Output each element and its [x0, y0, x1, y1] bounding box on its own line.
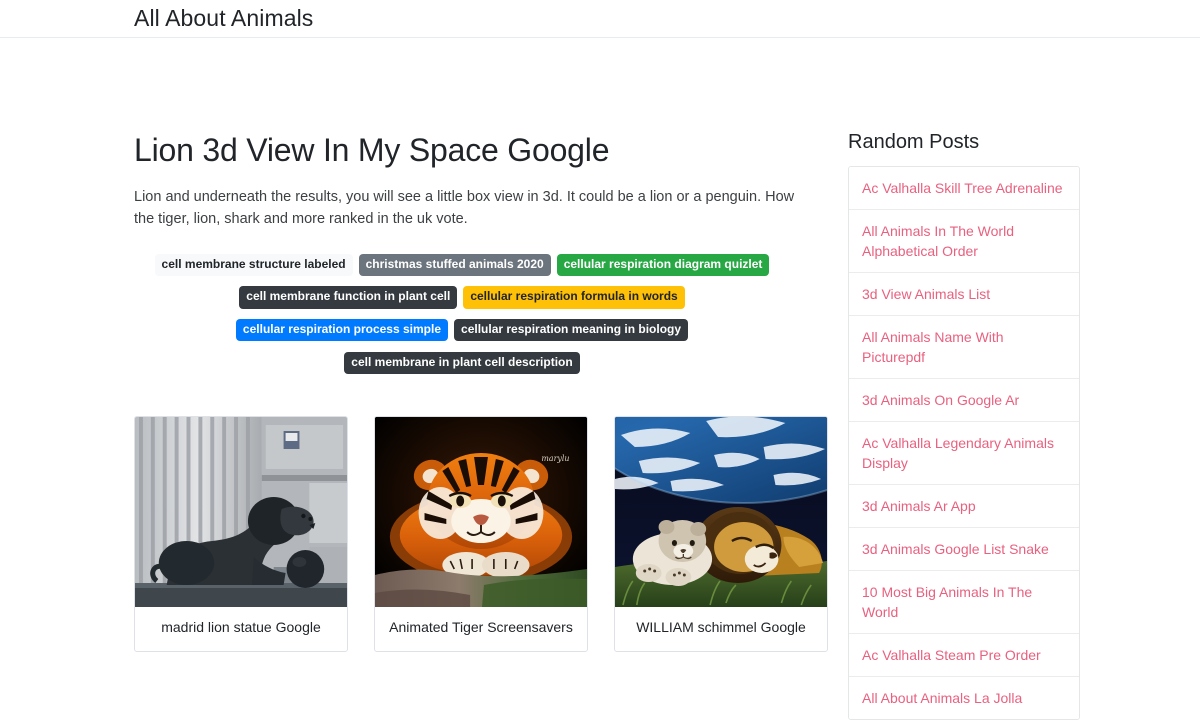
random-post-link[interactable]: 3d View Animals List [849, 273, 1079, 316]
sidebar: Random Posts Ac Valhalla Skill Tree Adre… [848, 130, 1080, 720]
random-post-link[interactable]: Ac Valhalla Legendary Animals Display [849, 422, 1079, 485]
main-content: Lion 3d View In My Space Google Lion and… [134, 130, 834, 652]
random-post-link[interactable]: All Animals In The World Alphabetical Or… [849, 210, 1079, 273]
tag-badge[interactable]: cell membrane function in plant cell [239, 286, 457, 308]
random-post-link[interactable]: 3d Animals Google List Snake [849, 528, 1079, 571]
sidebar-title: Random Posts [848, 130, 1080, 154]
site-title[interactable]: All About Animals [134, 7, 313, 30]
random-post-link[interactable]: 3d Animals Ar App [849, 485, 1079, 528]
random-post-link[interactable]: 10 Most Big Animals In The World [849, 571, 1079, 634]
random-post-link[interactable]: Ac Valhalla Skill Tree Adrenaline [849, 167, 1079, 210]
random-post-link[interactable]: All About Animals La Jolla [849, 677, 1079, 719]
tag-badge[interactable]: cell membrane structure labeled [155, 254, 353, 276]
page-title: Lion 3d View In My Space Google [134, 130, 818, 170]
lion-statue-photo-image[interactable] [135, 417, 347, 607]
image-card-row: madrid lion statue Google [134, 416, 818, 652]
site-header: All About Animals [0, 0, 1200, 38]
random-post-link[interactable]: Ac Valhalla Steam Pre Order [849, 634, 1079, 677]
random-post-link[interactable]: All Animals Name With Picturepdf [849, 316, 1079, 379]
random-post-link[interactable]: 3d Animals On Google Ar [849, 379, 1079, 422]
tag-badge[interactable]: cellular respiration formula in words [463, 286, 684, 308]
tiger-painting-image[interactable]: marylu [375, 417, 587, 607]
page-body: Lion 3d View In My Space Google Lion and… [0, 130, 1200, 720]
image-card[interactable]: madrid lion statue Google [134, 416, 348, 652]
image-card-caption: Animated Tiger Screensavers [375, 607, 587, 651]
tag-badge[interactable]: cellular respiration diagram quizlet [557, 254, 770, 276]
image-card[interactable]: WILLIAM schimmel Google [614, 416, 828, 652]
tag-badge[interactable]: cellular respiration process simple [236, 319, 448, 341]
image-card-caption: WILLIAM schimmel Google [615, 607, 827, 651]
svg-text:marylu: marylu [541, 454, 569, 463]
tag-badge[interactable]: cell membrane in plant cell description [344, 352, 579, 374]
post-description: Lion and underneath the results, you wil… [134, 186, 818, 231]
tag-cloud: cell membrane structure labeled christmas… [134, 249, 818, 380]
image-card[interactable]: marylu Animated Tiger Screensavers [374, 416, 588, 652]
tag-badge[interactable]: christmas stuffed animals 2020 [359, 254, 551, 276]
tag-badge[interactable]: cellular respiration meaning in biology [454, 319, 688, 341]
image-card-caption: madrid lion statue Google [135, 607, 347, 651]
lion-cub-earth-painting-image[interactable] [615, 417, 827, 607]
random-posts-list: Ac Valhalla Skill Tree AdrenalineAll Ani… [848, 166, 1080, 720]
